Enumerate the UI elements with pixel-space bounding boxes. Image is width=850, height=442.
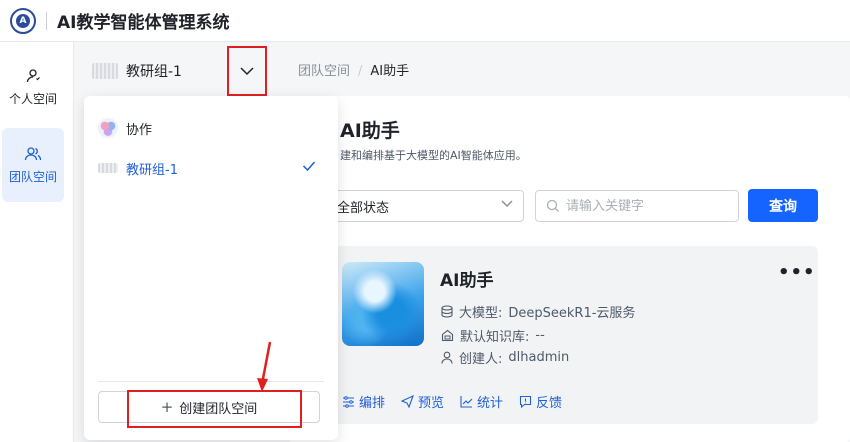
card-title: AI助手	[440, 271, 494, 291]
sliders-icon	[343, 395, 354, 408]
preview-action-label: 预览	[418, 396, 445, 411]
preview-action[interactable]: 预览	[401, 392, 444, 411]
kb-value: --	[535, 328, 545, 343]
feedback-action[interactable]: 反馈	[519, 392, 562, 411]
creator-key: 创建人:	[459, 352, 503, 367]
dropdown-item-label: 教研组-1	[126, 162, 178, 178]
line-chart-icon	[460, 396, 473, 408]
workspace-dropdown-menu: 协作 教研组-1 + 创建团队空间	[84, 96, 338, 440]
dropdown-item-group1[interactable]: 教研组-1	[84, 150, 338, 186]
status-filter-select[interactable]: 全部状态	[330, 190, 524, 222]
user-icon	[441, 351, 453, 364]
chevron-down-icon	[240, 66, 254, 75]
stats-action-label: 统计	[477, 396, 504, 411]
feedback-action-label: 反馈	[536, 396, 563, 411]
chevron-down-icon	[501, 200, 513, 207]
app-title: AI教学智能体管理系统	[57, 13, 230, 33]
search-box	[535, 190, 739, 222]
creator-value: dlhadmin	[508, 350, 570, 365]
search-icon	[546, 199, 559, 212]
user-icon	[26, 68, 40, 82]
kb-key: 默认知识库:	[460, 330, 530, 345]
page-title: AI助手	[340, 120, 400, 142]
edit-action-label: 编排	[359, 396, 386, 411]
database-icon	[441, 305, 453, 318]
left-rail: 个人空间 团队空间	[0, 42, 74, 442]
status-filter-value: 全部状态	[337, 200, 390, 216]
logo: A	[10, 7, 36, 34]
search-input[interactable]	[566, 198, 726, 214]
team-avatar-icon	[98, 118, 118, 138]
rail-item-label: 个人空间	[8, 91, 57, 106]
rail-item-team[interactable]: 团队空间	[2, 128, 64, 202]
workspace-avatar	[92, 63, 118, 79]
model-key: 大模型:	[459, 306, 503, 321]
feedback-icon	[519, 395, 532, 408]
card-kb-row: 默认知识库: --	[441, 326, 545, 345]
header-divider	[46, 11, 47, 30]
workspace-name: 教研组-1	[126, 64, 182, 80]
dropdown-item-collab[interactable]: 协作	[84, 110, 338, 146]
edit-action[interactable]: 编排	[342, 392, 385, 411]
card-model-row: 大模型: DeepSeekR1-云服务	[441, 302, 635, 321]
dropdown-item-label: 协作	[126, 122, 153, 138]
plus-icon: +	[160, 398, 174, 416]
breadcrumb-current: AI助手	[370, 64, 410, 79]
rail-item-personal[interactable]: 个人空间	[2, 50, 64, 124]
team-icon	[24, 146, 42, 160]
model-value: DeepSeekR1-云服务	[508, 306, 636, 321]
breadcrumb: 团队空间 / AI助手	[298, 60, 409, 79]
breadcrumb-separator: /	[358, 64, 363, 79]
workspace-dropdown-toggle[interactable]	[227, 46, 267, 96]
stats-action[interactable]: 统计	[460, 392, 503, 411]
workspace-avatar	[98, 163, 118, 173]
dropdown-divider	[98, 381, 324, 382]
create-team-space-button[interactable]: + 创建团队空间	[98, 391, 320, 423]
card-actions: 编排 预览 统计 反馈	[342, 392, 578, 411]
rail-item-label: 团队空间	[8, 169, 57, 184]
top-header: A AI教学智能体管理系统	[0, 0, 850, 42]
breadcrumb-root[interactable]: 团队空间	[298, 64, 350, 79]
check-icon	[302, 161, 316, 172]
card-thumbnail	[342, 262, 424, 346]
more-options-icon[interactable]: •••	[778, 262, 816, 283]
card-creator-row: 创建人: dlhadmin	[441, 348, 569, 367]
query-button[interactable]: 查询	[748, 189, 818, 222]
send-icon	[401, 395, 414, 408]
knowledge-base-icon	[441, 329, 454, 342]
page-subtitle: 建和编排基于大模型的AI智能体应用。	[340, 149, 527, 162]
create-team-space-label: 创建团队空间	[179, 401, 258, 417]
